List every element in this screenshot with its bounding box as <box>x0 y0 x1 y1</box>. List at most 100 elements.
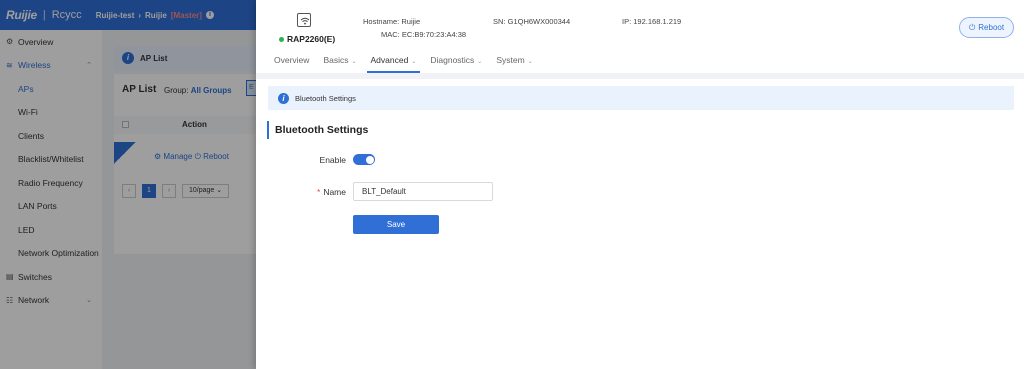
reboot-link[interactable]: Reboot <box>203 152 229 161</box>
sidebar-item-label: Network Optimization <box>18 248 99 259</box>
switch-icon: ▤ <box>6 272 14 282</box>
sidebar-item-lan-ports[interactable]: LAN Ports <box>0 195 102 219</box>
group-filter[interactable]: Group: All Groups <box>164 86 232 95</box>
sidebar-item-label: LAN Ports <box>18 201 57 212</box>
column-header-action: Action <box>182 120 207 129</box>
save-button[interactable]: Save <box>353 215 439 234</box>
group-label: Group: <box>164 86 189 95</box>
page-button[interactable]: 1 <box>142 184 156 198</box>
reboot-icon: ⏻ <box>194 152 201 161</box>
sidebar-item-led[interactable]: LED <box>0 218 102 242</box>
sidebar-item-blacklist-whitelist[interactable]: Blacklist/Whitelist <box>0 148 102 172</box>
chevron-down-icon: ⌄ <box>477 59 483 65</box>
reboot-button[interactable]: ⏻ Reboot <box>959 17 1014 38</box>
toolbar-button[interactable]: E <box>246 80 256 96</box>
mac-value: EC:B9:70:23:A4:38 <box>401 30 467 39</box>
sidebar-item-switches[interactable]: ▤ Switches <box>0 265 102 289</box>
tab-label: Advanced <box>370 55 409 65</box>
manage-link[interactable]: Manage <box>163 152 192 161</box>
power-icon: ⏻ <box>968 22 976 32</box>
sidebar-item-network[interactable]: ☷ Network ⌄ <box>0 289 102 313</box>
select-all-checkbox[interactable] <box>122 121 129 128</box>
device-name: RAP2260(E) <box>279 34 335 44</box>
info-icon[interactable]: i <box>205 11 214 19</box>
sn-info: SN: G1QH6WX000344 <box>493 17 570 26</box>
overview-icon: ⚙ <box>6 37 14 47</box>
tab-label: Basics <box>323 55 349 65</box>
tab-diagnostics[interactable]: Diagnostics ⌄ <box>430 55 482 71</box>
top-bar: Ruijie | Rcycc Ruijie-test › Ruijie [Mas… <box>0 0 256 30</box>
ip-label: IP: <box>622 17 632 26</box>
sidebar-item-label: Radio Frequency <box>18 177 83 188</box>
sidebar-item-network-optimization[interactable]: Network Optimization <box>0 242 102 266</box>
name-label-text: Name <box>323 187 346 197</box>
tab-system[interactable]: System ⌄ <box>496 55 532 71</box>
ap-list-title: AP List <box>122 84 157 95</box>
sidebar-item-wireless[interactable]: ≋ Wireless ⌃ <box>0 54 102 78</box>
sidebar-item-label: Clients <box>18 130 44 141</box>
tab-divider <box>256 73 1024 79</box>
breadcrumb-network[interactable]: Ruijie <box>145 11 167 20</box>
breadcrumb-project[interactable]: Ruijie-test <box>96 11 135 20</box>
ap-list-header: i AP List <box>114 46 256 70</box>
breadcrumb: Ruijie-test › Ruijie [Master] i <box>96 11 214 20</box>
online-status-dot <box>279 36 284 42</box>
logo-separator: | <box>42 9 46 21</box>
name-input[interactable] <box>353 182 493 201</box>
sidebar-item-label: Overview <box>18 36 54 47</box>
sidebar-item-label: APs <box>18 83 34 94</box>
ip-value: 192.168.1.219 <box>633 17 682 26</box>
tab-overview[interactable]: Overview <box>274 55 309 71</box>
info-notice: i Bluetooth Settings <box>268 86 1014 110</box>
manage-icon: ⚙ <box>154 152 162 161</box>
sidebar-item-label: Blacklist/Whitelist <box>18 154 84 165</box>
table-header: Action <box>114 116 256 134</box>
mac-info: MAC: EC:B9:70:23:A4:38 <box>381 30 466 39</box>
master-ribbon <box>114 142 136 164</box>
chevron-down-icon: ⌄ <box>86 297 92 305</box>
sidebar-item-clients[interactable]: Clients <box>0 124 102 148</box>
sn-label: SN: <box>493 17 506 26</box>
mac-label: MAC: <box>381 30 400 39</box>
hostname-info: Hostname: Ruijie <box>363 17 420 26</box>
tab-label: Overview <box>274 55 310 65</box>
sidebar-item-aps[interactable]: APs <box>0 77 102 101</box>
page-size-value: 10/page <box>189 187 215 194</box>
group-value[interactable]: All Groups <box>191 86 232 95</box>
sn-value: G1QH6WX000344 <box>507 17 571 26</box>
ip-info: IP: 192.168.1.219 <box>622 17 681 26</box>
wifi-device-icon <box>297 13 311 27</box>
next-page-button[interactable]: › <box>162 184 176 198</box>
tab-label: System <box>496 55 525 65</box>
hostname-label: Hostname: <box>363 17 400 26</box>
tab-basics[interactable]: Basics ⌄ <box>323 55 356 71</box>
prev-page-button[interactable]: ‹ <box>122 184 136 198</box>
section-title: Bluetooth Settings <box>267 121 368 139</box>
table-row: ⚙ Manage ⏻ Reboot <box>114 142 256 170</box>
enable-toggle[interactable] <box>353 154 375 165</box>
device-model: RAP2260(E) <box>287 34 336 44</box>
tab-bar: Overview Basics ⌄ Advanced ⌄ Diagnostics ⌄ … <box>274 55 547 73</box>
required-asterisk: * <box>317 187 321 197</box>
chevron-down-icon: ⌄ <box>216 187 223 194</box>
brand-logo-sub: Rcycc <box>51 9 82 21</box>
ap-list-card: AP List Group: All Groups E Action ⚙ Man… <box>114 74 256 254</box>
chevron-up-icon: ⌃ <box>86 62 92 70</box>
tab-label: Diagnostics <box>430 55 475 65</box>
sidebar-item-label: Wi-Fi <box>18 107 38 118</box>
wifi-icon: ≋ <box>6 60 13 70</box>
info-icon: i <box>278 92 289 104</box>
page-size-select[interactable]: 10/page ⌄ <box>182 184 230 198</box>
sidebar-item-label: LED <box>18 224 35 235</box>
sidebar-item-overview[interactable]: ⚙ Overview <box>0 30 102 54</box>
sidebar-item-wifi[interactable]: Wi-Fi <box>0 101 102 125</box>
network-icon: ☷ <box>6 295 14 305</box>
background-main: i AP List AP List Group: All Groups E Ac… <box>102 30 256 369</box>
ap-list-header-label: AP List <box>140 53 168 63</box>
tab-advanced[interactable]: Advanced ⌄ <box>366 55 421 73</box>
name-label: * Name <box>296 187 346 197</box>
breadcrumb-chevron-icon: › <box>138 10 142 20</box>
sidebar-item-radio-frequency[interactable]: Radio Frequency <box>0 171 102 195</box>
row-actions: ⚙ Manage ⏻ Reboot <box>154 152 229 162</box>
chevron-down-icon: ⌄ <box>527 59 533 65</box>
